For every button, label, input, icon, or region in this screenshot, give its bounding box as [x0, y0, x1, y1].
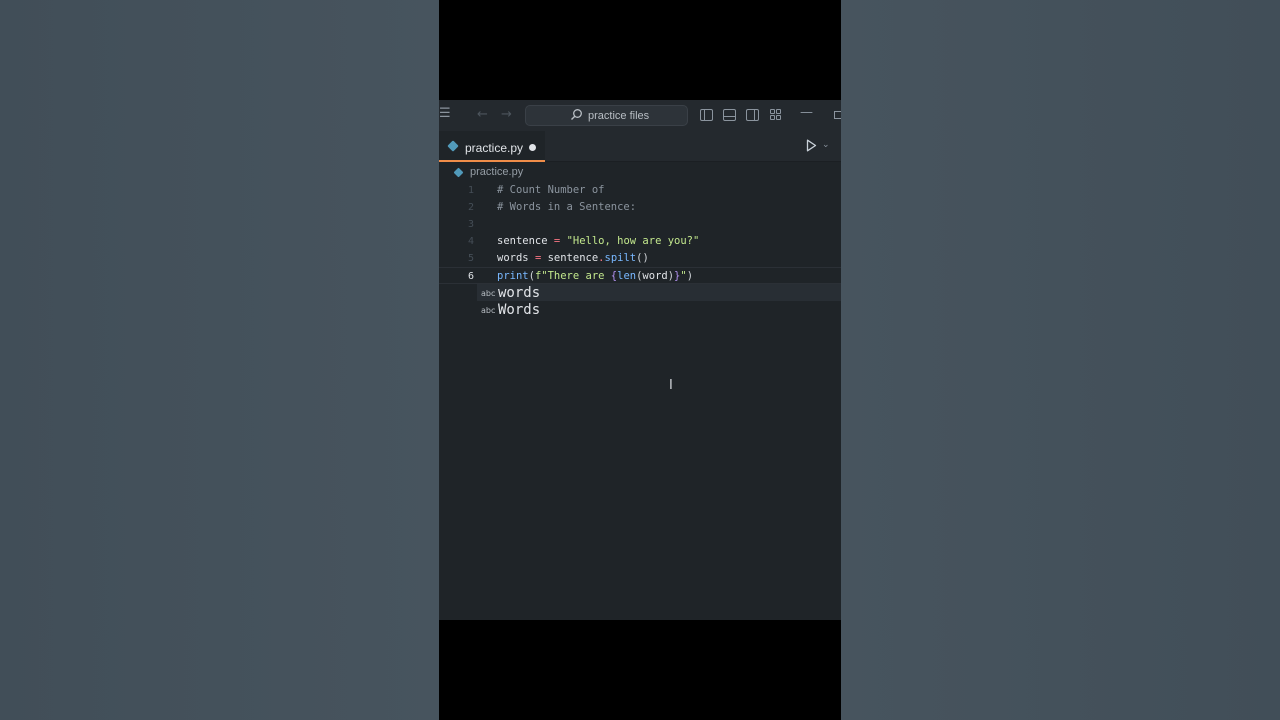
suggestion-item[interactable]: abc Words	[477, 301, 841, 318]
code-text: # Words in a Sentence:	[497, 201, 637, 213]
line-number: 1	[467, 185, 474, 196]
code-line[interactable]: 5 words = sentence.spilt()	[439, 250, 841, 267]
chevron-down-icon[interactable]: ⌄	[822, 140, 830, 150]
tab-label: practice.py	[465, 141, 524, 155]
search-icon	[571, 109, 582, 120]
background-right	[841, 0, 1280, 720]
toggle-secondary-sidebar-icon[interactable]	[746, 109, 759, 121]
back-arrow-icon[interactable]: ←	[477, 107, 488, 123]
breadcrumb: practice.py	[439, 162, 841, 182]
python-file-icon	[453, 167, 464, 178]
code-text: # Count Number of	[497, 184, 605, 196]
line-number: 4	[467, 236, 474, 247]
text-cursor-icon: I	[669, 378, 673, 393]
tab-bar: practice.py ⌄	[439, 131, 841, 162]
video-frame: ☰ ← → practice files — practice.py ⌄ pra…	[439, 0, 841, 720]
suggestion-label: words	[498, 285, 541, 301]
line-number: 2	[467, 202, 474, 213]
menu-icon[interactable]: ☰	[439, 106, 451, 122]
breadcrumb-file[interactable]: practice.py	[470, 166, 523, 178]
line-number: 5	[467, 253, 474, 264]
suggestion-label: Words	[498, 302, 541, 318]
unsaved-dot-icon[interactable]	[529, 144, 536, 151]
toggle-panel-icon[interactable]	[723, 109, 736, 121]
code-editor-window: ☰ ← → practice files — practice.py ⌄ pra…	[439, 100, 841, 620]
tab-practice-py[interactable]: practice.py	[439, 131, 545, 162]
line-number: 3	[467, 219, 474, 230]
text-kind-icon: abc	[481, 306, 496, 315]
forward-arrow-icon[interactable]: →	[501, 107, 512, 123]
code-text: words = sentence.spilt()	[497, 252, 649, 264]
command-center-search[interactable]: practice files	[525, 105, 688, 126]
code-line[interactable]: 1 # Count Number of	[439, 182, 841, 199]
maximize-icon[interactable]	[834, 111, 841, 119]
toggle-primary-sidebar-icon[interactable]	[700, 109, 713, 121]
code-line[interactable]: 3	[439, 216, 841, 233]
run-icon[interactable]	[806, 139, 817, 152]
minimize-icon[interactable]: —	[800, 105, 813, 121]
customize-layout-icon[interactable]	[770, 109, 782, 120]
code-text: print(f"There are {len(word)}")	[497, 270, 694, 282]
code-line-current[interactable]: 6 print(f"There are {len(word)}")	[439, 267, 841, 284]
code-line[interactable]: 2 # Words in a Sentence:	[439, 199, 841, 216]
search-placeholder: practice files	[588, 110, 650, 122]
autocomplete-widget: abc words abc Words	[477, 284, 841, 319]
code-line[interactable]: 4 sentence = "Hello, how are you?"	[439, 233, 841, 250]
background-left	[0, 0, 439, 720]
title-bar: ☰ ← → practice files —	[439, 100, 841, 131]
python-file-icon	[447, 140, 459, 152]
code-text: sentence = "Hello, how are you?"	[497, 235, 700, 247]
text-kind-icon: abc	[481, 289, 496, 298]
line-number: 6	[467, 271, 474, 282]
suggestion-item[interactable]: abc words	[477, 284, 841, 301]
